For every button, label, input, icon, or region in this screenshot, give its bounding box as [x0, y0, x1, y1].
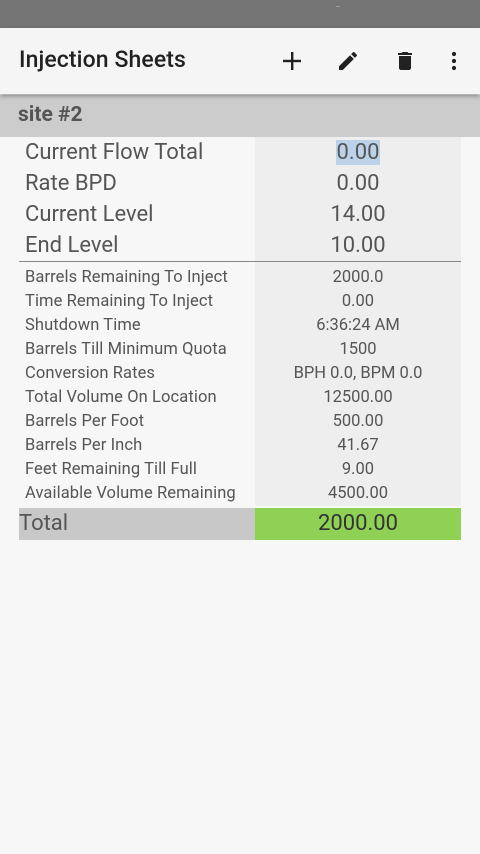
row-label: Available Volume Remaining	[25, 484, 236, 503]
row-value: BPH 0.0, BPM 0.0	[255, 362, 461, 386]
row-label: Rate BPD	[25, 171, 117, 196]
row-label: Barrels Per Foot	[25, 412, 145, 431]
row-label: Barrels Till Minimum Quota	[25, 340, 227, 359]
primary-rows: Current Flow Total 0.00 Rate BPD 0.00 Curren…	[19, 137, 461, 261]
sheet-row: Barrels Remaining To Inject 2000.0	[19, 266, 461, 290]
sheet-row: Barrels Per Inch 41.67	[19, 434, 461, 458]
row-value: 6:36:24 AM	[255, 314, 461, 338]
sheet-row: End Level 10.00	[19, 230, 461, 261]
trash-icon	[398, 52, 412, 70]
editable-value-field[interactable]: 0.00	[255, 168, 461, 199]
plus-icon	[283, 52, 301, 70]
sheet-row: Feet Remaining Till Full 9.00	[19, 458, 461, 482]
sheet-row: Shutdown Time 6:36:24 AM	[19, 314, 461, 338]
total-row: Total 2000.00	[19, 508, 461, 540]
editable-value-field[interactable]: 0.00	[255, 137, 461, 168]
total-value: 2000.00	[255, 508, 461, 540]
row-value: 4500.00	[255, 482, 461, 506]
add-button[interactable]	[272, 41, 312, 81]
row-label: Time Remaining To Inject	[25, 292, 214, 311]
delete-button[interactable]	[385, 41, 425, 81]
row-label: Shutdown Time	[25, 316, 141, 335]
editable-value-field[interactable]: 14.00	[255, 199, 461, 230]
row-value: 1500	[255, 338, 461, 362]
pencil-icon	[339, 51, 358, 70]
more-vert-icon	[451, 51, 457, 71]
row-label: Feet Remaining Till Full	[25, 460, 198, 479]
sheet-row: Conversion Rates BPH 0.0, BPM 0.0	[19, 362, 461, 386]
total-label: Total	[19, 508, 255, 540]
status-bar	[0, 0, 480, 28]
sheet-row: Barrels Till Minimum Quota 1500	[19, 338, 461, 362]
app-title: Injection Sheets	[19, 46, 186, 73]
sheet-row: Total Volume On Location 12500.00	[19, 386, 461, 410]
sheet-row: Time Remaining To Inject 0.00	[19, 290, 461, 314]
injection-sheet: Current Flow Total 0.00 Rate BPD 0.00 Curren…	[19, 137, 461, 540]
row-label: Current Level	[25, 202, 154, 227]
row-value: 500.00	[255, 410, 461, 434]
editable-value-field[interactable]: 10.00	[255, 230, 461, 261]
site-header: site #2	[0, 95, 480, 137]
row-label: Barrels Per Inch	[25, 436, 143, 455]
row-value: 41.67	[255, 434, 461, 458]
row-label: End Level	[25, 233, 119, 258]
row-label: Current Flow Total	[25, 140, 204, 165]
sheet-row: Rate BPD 0.00	[19, 168, 461, 199]
row-label: Barrels Remaining To Inject	[25, 268, 228, 287]
sheet-row: Available Volume Remaining 4500.00	[19, 482, 461, 506]
site-title: site #2	[18, 103, 83, 127]
status-indicator	[336, 6, 340, 7]
row-value: 9.00	[255, 458, 461, 482]
edit-button[interactable]	[328, 41, 368, 81]
overflow-menu-button[interactable]	[434, 41, 474, 81]
row-value: 12500.00	[255, 386, 461, 410]
sheet-row: Barrels Per Foot 500.00	[19, 410, 461, 434]
sheet-row: Current Level 14.00	[19, 199, 461, 230]
row-value: 0.00	[255, 290, 461, 314]
selected-text[interactable]: 0.00	[335, 140, 381, 165]
row-value: 2000.0	[255, 266, 461, 290]
sheet-row: Current Flow Total 0.00	[19, 137, 461, 168]
row-label: Total Volume On Location	[25, 388, 217, 407]
app-bar: Injection Sheets	[0, 28, 480, 94]
detail-rows: Barrels Remaining To Inject 2000.0 Time Re…	[19, 266, 461, 506]
row-label: Conversion Rates	[25, 364, 156, 383]
